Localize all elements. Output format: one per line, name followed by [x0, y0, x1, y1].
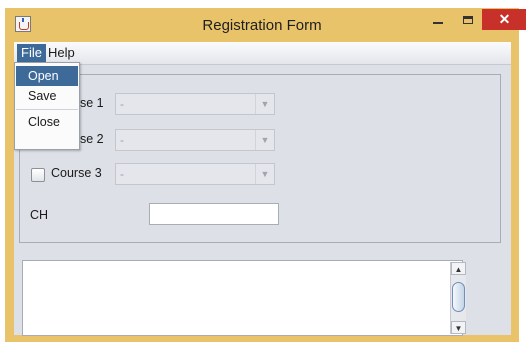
course-3-value: - — [120, 167, 124, 181]
maximize-button[interactable] — [455, 9, 481, 31]
minimize-icon — [433, 22, 443, 24]
title-bar[interactable]: Registration Form ✕ — [5, 8, 526, 42]
course-1-select[interactable]: - ▼ — [115, 93, 275, 115]
menu-separator — [16, 109, 78, 110]
file-menu-dropdown: Open Save Close — [14, 62, 80, 150]
menu-item-close[interactable]: Close — [16, 112, 78, 132]
course-3-label: Course 3 — [51, 166, 102, 180]
output-scrollbar[interactable]: ▲ ▼ — [450, 262, 466, 334]
menu-item-save[interactable]: Save — [16, 86, 78, 106]
course-2-label: se 2 — [80, 132, 104, 146]
course-3-checkbox[interactable] — [31, 168, 45, 182]
menu-help[interactable]: Help — [44, 44, 79, 62]
close-icon: ✕ — [498, 11, 511, 27]
arrow-up-icon[interactable]: ▲ — [451, 262, 466, 275]
course-1-value: - — [120, 97, 124, 111]
menu-bar: File Help — [14, 42, 511, 65]
window-content: File Help se 1 - ▼ se 2 - ▼ Course 3 - ▼… — [14, 42, 511, 336]
menu-file[interactable]: File — [17, 44, 46, 62]
minimize-button[interactable] — [425, 9, 451, 31]
course-3-select[interactable]: - ▼ — [115, 163, 275, 185]
registration-window: Registration Form ✕ File Help se 1 - ▼ s… — [5, 8, 526, 342]
chevron-down-icon: ▼ — [255, 164, 274, 184]
course-2-value: - — [120, 133, 124, 147]
arrow-down-icon[interactable]: ▼ — [451, 321, 466, 334]
output-textarea[interactable] — [22, 260, 463, 336]
chevron-down-icon: ▼ — [255, 94, 274, 114]
scrollbar-thumb[interactable] — [452, 282, 465, 312]
chevron-down-icon: ▼ — [255, 130, 274, 150]
maximize-icon — [463, 16, 473, 24]
close-button[interactable]: ✕ — [482, 9, 526, 30]
course-1-label: se 1 — [80, 96, 104, 110]
course-2-select[interactable]: - ▼ — [115, 129, 275, 151]
ch-label: CH — [30, 208, 49, 222]
menu-item-open[interactable]: Open — [16, 66, 78, 86]
ch-field[interactable] — [149, 203, 279, 225]
